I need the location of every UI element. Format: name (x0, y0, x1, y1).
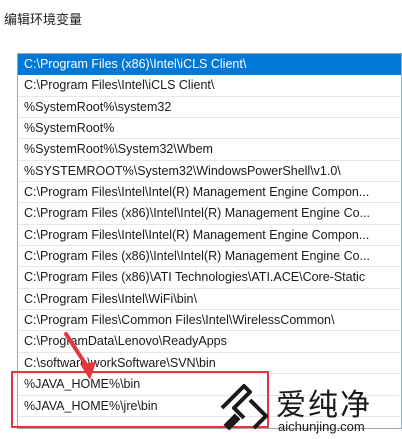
path-list-item[interactable]: %SYSTEMROOT%\System32\WindowsPowerShell\… (18, 161, 401, 183)
path-list-item[interactable]: C:\Program Files (x86)\Intel\Intel(R) Ma… (18, 203, 401, 225)
watermark-name: 爱纯净 (276, 388, 372, 423)
path-list-item[interactable]: C:\software\workSoftware\SVN\bin (18, 353, 401, 375)
path-list-item[interactable]: C:\Program Files\Common Files\Intel\Wire… (18, 310, 401, 332)
watermark-logo-icon (220, 384, 268, 431)
watermark-url: aichunjing.com (278, 419, 365, 434)
path-list-item[interactable]: %SystemRoot% (18, 118, 401, 140)
path-list-item[interactable]: C:\Program Files (x86)\Intel\Intel(R) Ma… (18, 246, 401, 268)
path-list-item[interactable]: C:\Program Files\Intel\Intel(R) Manageme… (18, 182, 401, 204)
path-list-item[interactable]: C:\Program Files (x86)\Intel\iCLS Client… (18, 54, 401, 76)
path-list-item[interactable]: C:\Program Files (x86)\ATI Technologies\… (18, 267, 401, 289)
path-list-item[interactable]: C:\Program Files\Intel\WiFi\bin\ (18, 289, 401, 311)
path-list-item[interactable]: %SystemRoot%\System32\Wbem (18, 139, 401, 161)
path-list-item[interactable]: C:\Program Files\Intel\Intel(R) Manageme… (18, 225, 401, 247)
window-title: 编辑环境变量 (4, 12, 83, 27)
path-list-item[interactable]: C:\ProgramData\Lenovo\ReadyApps (18, 331, 401, 353)
path-list-item[interactable]: %SystemRoot%\system32 (18, 97, 401, 119)
path-list[interactable]: C:\Program Files (x86)\Intel\iCLS Client… (17, 53, 402, 429)
watermark: 爱纯净 aichunjing.com (214, 378, 402, 439)
path-list-item[interactable]: C:\Program Files\Intel\iCLS Client\ (18, 75, 401, 97)
